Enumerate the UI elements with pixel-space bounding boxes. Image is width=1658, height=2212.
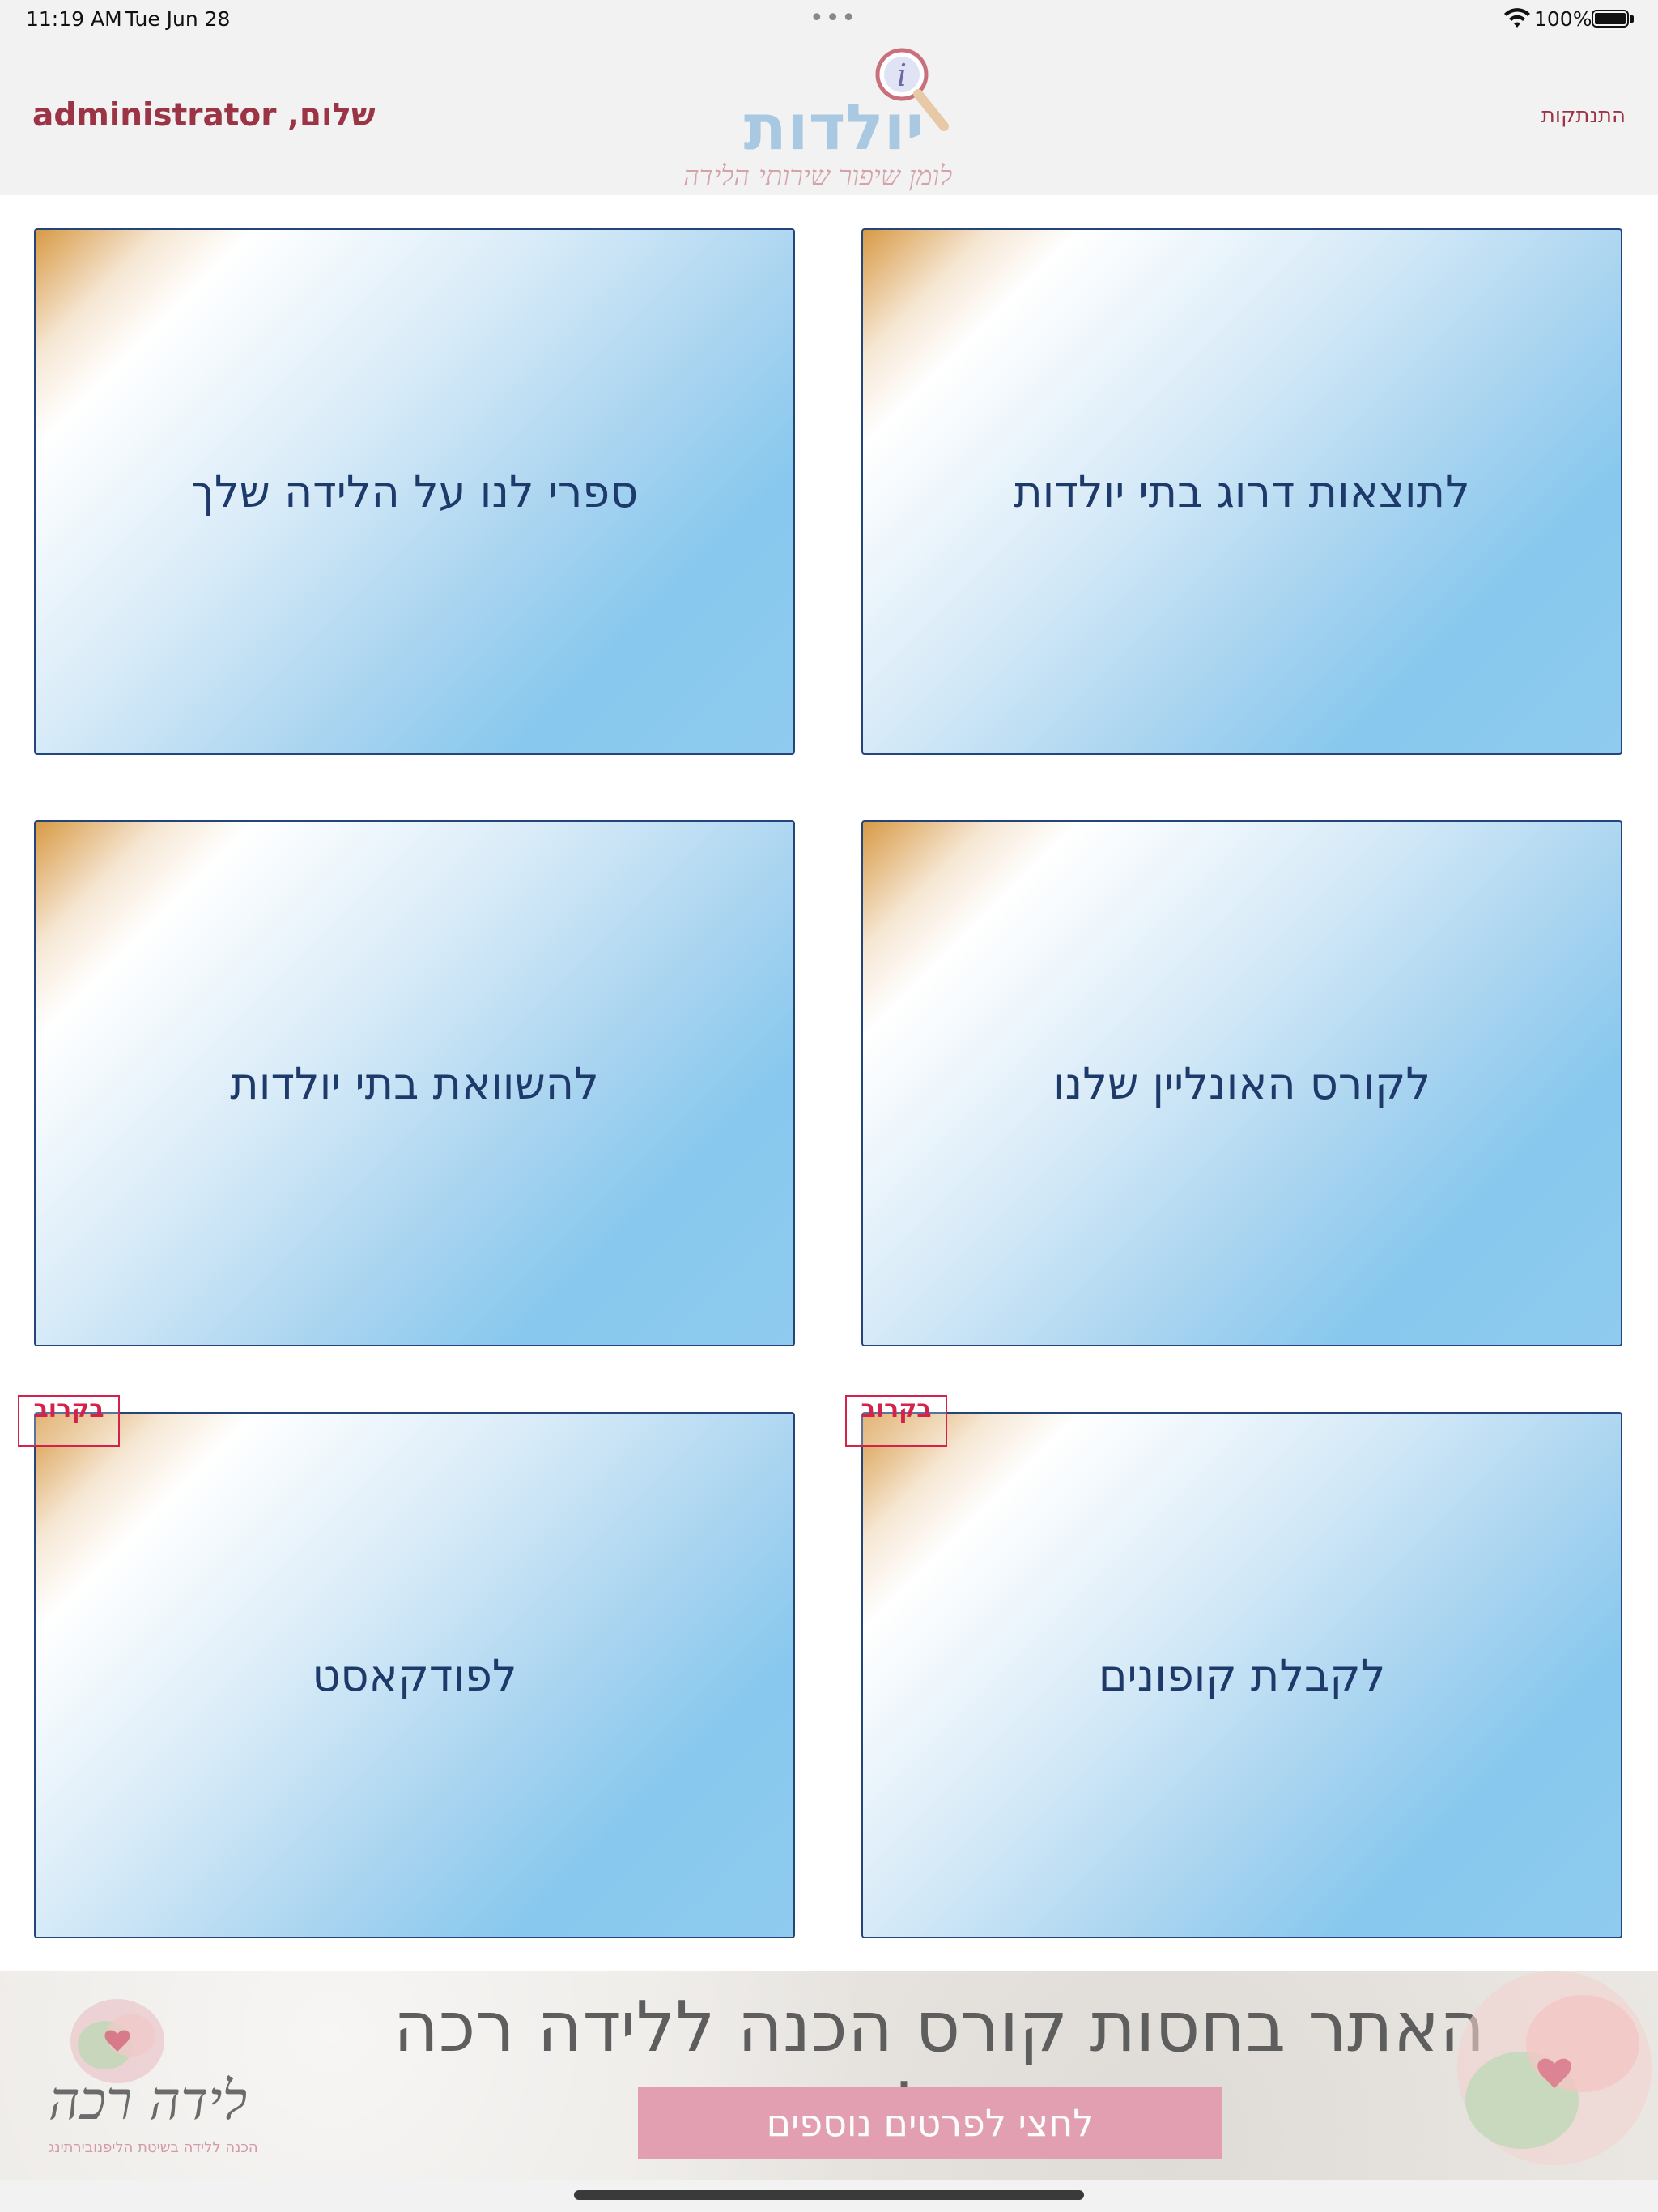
status-bar: 11:19 AM Tue Jun 28 ••• 100%	[0, 0, 1658, 39]
coming-soon-badge: בקרוב	[845, 1395, 947, 1447]
tile-podcast[interactable]: לפודקאסט	[34, 1412, 795, 1938]
multitasking-dots-icon[interactable]: •••	[810, 6, 857, 31]
logo-title: יולדות	[743, 91, 925, 164]
tile-label: לקורס האונליין שלנו	[1052, 1057, 1431, 1109]
more-details-label: לחצי לפרטים נוספים	[766, 2101, 1095, 2145]
tile-label: לפודקאסט	[312, 1649, 517, 1701]
tiles-grid: לתוצאות דרוג בתי יולדות ספרי לנו על הליד…	[0, 195, 1658, 1971]
coming-soon-badge: בקרוב	[18, 1395, 120, 1447]
tile-coupons[interactable]: לקבלת קופונים	[861, 1412, 1622, 1938]
tile-label: להשוואת בתי יולדות	[230, 1057, 599, 1109]
logout-link[interactable]: התנתקות	[1541, 104, 1626, 128]
tile-label: לתוצאות דרוג בתי יולדות	[1014, 466, 1470, 517]
tile-tell-your-birth-story[interactable]: ספרי לנו על הלידה שלך	[34, 228, 795, 755]
tile-compare-hospitals[interactable]: להשוואת בתי יולדות	[34, 820, 795, 1346]
greeting-text: שלום, administrator	[32, 97, 376, 134]
wifi-icon	[1504, 8, 1530, 28]
status-date: Tue Jun 28	[125, 7, 231, 31]
tile-online-course[interactable]: לקורס האונליין שלנו	[861, 820, 1622, 1346]
battery-tip	[1630, 15, 1634, 23]
status-time: 11:19 AM	[26, 7, 122, 31]
battery-icon	[1592, 10, 1629, 28]
brand-caption: הכנה ללידה בשיטת הליפנובירתינג	[49, 2139, 258, 2156]
battery-percent: 100%	[1534, 7, 1592, 31]
soft-birth-logo: לידה רכה הכנה ללידה בשיטת הליפנובירתינג	[32, 1989, 324, 2167]
brand-script: לידה רכה	[49, 2069, 248, 2132]
tile-hospital-ratings[interactable]: לתוצאות דרוג בתי יולדות	[861, 228, 1622, 755]
app-logo: i יולדות לומן שיפור שירותי הלידה בישראל	[672, 42, 980, 225]
tile-label: לקבלת קופונים	[1098, 1649, 1386, 1701]
svg-text:i: i	[897, 57, 907, 93]
flower-decoration-icon	[1457, 1971, 1652, 2165]
tile-label: ספרי לנו על הלידה שלך	[190, 466, 639, 517]
app-header: שלום, administrator i יולדות לומן שיפור …	[0, 39, 1658, 225]
more-details-button[interactable]: לחצי לפרטים נוספים	[638, 2087, 1222, 2159]
home-indicator[interactable]	[574, 2190, 1084, 2200]
sponsor-banner[interactable]: לידה רכה הכנה ללידה בשיטת הליפנובירתינג …	[0, 1971, 1658, 2180]
